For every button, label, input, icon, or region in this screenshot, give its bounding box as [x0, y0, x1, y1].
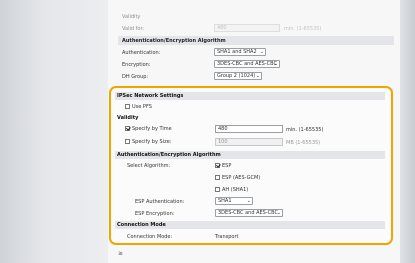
dh-group-select[interactable]: Group 2 (1024) ⌄ [214, 72, 262, 80]
authentication-select[interactable]: SHA1 and SHA2 ⌄ [214, 48, 266, 56]
ipsec-auth-enc-header: Authentication/Encryption Algorithm [115, 151, 385, 159]
conn-mode-header: Connection Mode [115, 221, 385, 229]
ipsec-highlight-frame: IPSec Network Settings Use PFS Validity … [109, 86, 393, 245]
validity-header: Validity [117, 115, 139, 121]
chevron-down-icon: ⌄ [246, 198, 251, 204]
specify-time-value: 480 [218, 126, 228, 132]
specify-size-value: 100 [218, 139, 228, 145]
esp-auth-select[interactable]: SHA1 ⌄ [215, 197, 253, 205]
specify-size-label: Specify by Size: [132, 139, 172, 145]
validity-label: Validity [122, 14, 141, 20]
esp-auth-value: SHA1 [218, 198, 232, 204]
specify-size-unit: MB (1-65535) [286, 140, 321, 146]
checkbox-icon[interactable] [125, 126, 130, 131]
valid-for-label: Valid for: [122, 26, 145, 32]
right-background [400, 0, 415, 263]
valid-for-value: 480 [217, 25, 227, 31]
specify-size-option[interactable]: Specify by Size: [125, 139, 171, 145]
chevron-down-icon: ⌄ [255, 73, 260, 79]
specify-time-label: Specify by Time [132, 126, 172, 132]
checkbox-icon[interactable] [215, 187, 220, 192]
authentication-label: Authentication: [122, 50, 161, 56]
chevron-down-icon: ⌄ [273, 61, 278, 67]
specify-size-input[interactable]: 100 [215, 138, 283, 146]
checkbox-icon[interactable] [215, 175, 220, 180]
esp-enc-value: 3DES-CBC and AES-CBC [218, 210, 278, 216]
chevron-down-icon: ⌄ [276, 210, 281, 216]
esp-enc-label: ESP Encryption: [135, 211, 175, 217]
esp-enc-select[interactable]: 3DES-CBC and AES-CBC ⌄ [215, 209, 283, 217]
alg-esp-option[interactable]: ESP [215, 163, 231, 169]
checkbox-icon[interactable] [215, 163, 220, 168]
encryption-select[interactable]: 3DES-CBC and AES-CBC ⌄ [214, 60, 280, 68]
specify-time-unit: min. (1-65535) [286, 127, 324, 133]
authentication-value: SHA1 and SHA2 [217, 49, 257, 55]
chevron-down-icon: ⌄ [259, 49, 264, 55]
select-algorithm-label: Select Algorithm: [127, 163, 171, 169]
alg-ah-label: AH (SHA1) [222, 187, 249, 193]
ipsec-header: IPSec Network Settings [115, 92, 385, 100]
valid-for-unit: min. (1-65535) [284, 26, 322, 32]
auth-enc-header-top: Authentication/Encryption Algorithm [118, 36, 394, 45]
left-background [0, 0, 108, 263]
alg-esp-label: ESP [222, 163, 232, 169]
conn-mode-value: Transport [215, 234, 239, 240]
checkbox-icon[interactable] [125, 104, 130, 109]
checkbox-icon[interactable] [125, 139, 130, 144]
bottom-glyph: ≥ [118, 250, 124, 257]
use-pfs-label: Use PFS [132, 104, 152, 110]
alg-ah-option[interactable]: AH (SHA1) [215, 187, 248, 193]
dh-group-label: DH Group: [122, 74, 149, 80]
dh-group-value: Group 2 (1024) [217, 73, 256, 79]
specify-time-input[interactable]: 480 [215, 125, 283, 133]
valid-for-input[interactable]: 480 [214, 24, 280, 32]
conn-mode-label: Connection Mode: [127, 234, 173, 240]
encryption-label: Encryption: [122, 62, 151, 68]
specify-time-option[interactable]: Specify by Time [125, 126, 172, 132]
encryption-value: 3DES-CBC and AES-CBC [217, 61, 277, 67]
esp-auth-label: ESP Authentication: [135, 199, 185, 205]
alg-esp-gcm-label: ESP (AES-GCM) [222, 175, 261, 181]
alg-esp-gcm-option[interactable]: ESP (AES-GCM) [215, 175, 260, 181]
use-pfs-option[interactable]: Use PFS [125, 104, 152, 110]
